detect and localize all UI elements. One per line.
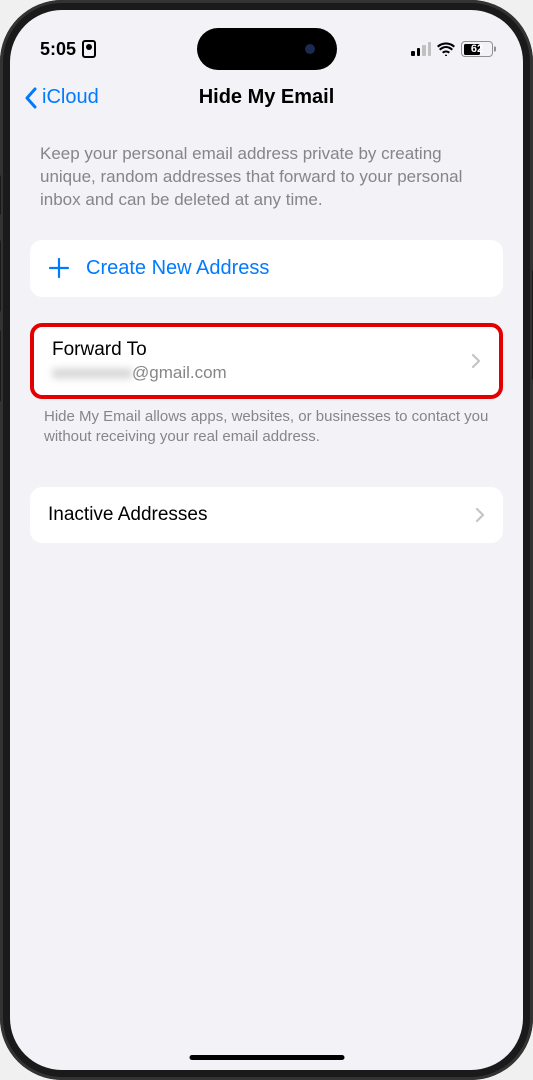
forward-to-row[interactable]: Forward To xxxxxxxxxx @gmail.com bbox=[30, 323, 503, 399]
back-button[interactable]: iCloud bbox=[24, 86, 99, 109]
phone-screen: 5:05 62 bbox=[10, 10, 523, 1070]
forward-to-footer: Hide My Email allows apps, websites, or … bbox=[30, 399, 503, 448]
silent-switch bbox=[0, 175, 1, 215]
inactive-addresses-row[interactable]: Inactive Addresses bbox=[30, 487, 503, 543]
battery-icon: 62 bbox=[461, 41, 493, 57]
forward-to-email: xxxxxxxxxx @gmail.com bbox=[52, 363, 227, 383]
forward-email-suffix: @gmail.com bbox=[132, 363, 227, 383]
forward-to-content: Forward To xxxxxxxxxx @gmail.com bbox=[52, 339, 227, 383]
wifi-icon bbox=[437, 42, 455, 56]
volume-up-button bbox=[0, 240, 1, 312]
status-time: 5:05 bbox=[40, 39, 76, 60]
back-label: iCloud bbox=[42, 86, 99, 109]
chevron-left-icon bbox=[24, 87, 38, 109]
cellular-signal-icon bbox=[411, 42, 431, 56]
forward-email-prefix: xxxxxxxxxx bbox=[52, 363, 132, 383]
page-title: Hide My Email bbox=[199, 86, 335, 109]
create-new-address-button[interactable]: Create New Address bbox=[30, 240, 503, 297]
inactive-addresses-label: Inactive Addresses bbox=[48, 504, 207, 526]
plus-icon bbox=[48, 257, 70, 279]
battery-percent: 62 bbox=[471, 43, 483, 55]
status-left: 5:05 bbox=[40, 39, 96, 60]
content-area: Keep your personal email address private… bbox=[10, 117, 523, 543]
navigation-bar: iCloud Hide My Email bbox=[10, 70, 523, 117]
chevron-right-icon bbox=[475, 507, 485, 523]
dynamic-island bbox=[197, 28, 337, 70]
chevron-right-icon bbox=[471, 353, 481, 369]
home-indicator[interactable] bbox=[189, 1055, 344, 1060]
phone-frame: 5:05 62 bbox=[0, 0, 533, 1080]
volume-down-button bbox=[0, 330, 1, 402]
create-button-label: Create New Address bbox=[86, 257, 269, 280]
forward-to-title: Forward To bbox=[52, 339, 227, 361]
page-description: Keep your personal email address private… bbox=[30, 143, 503, 212]
portrait-lock-icon bbox=[82, 40, 96, 58]
status-right: 62 bbox=[411, 41, 493, 57]
